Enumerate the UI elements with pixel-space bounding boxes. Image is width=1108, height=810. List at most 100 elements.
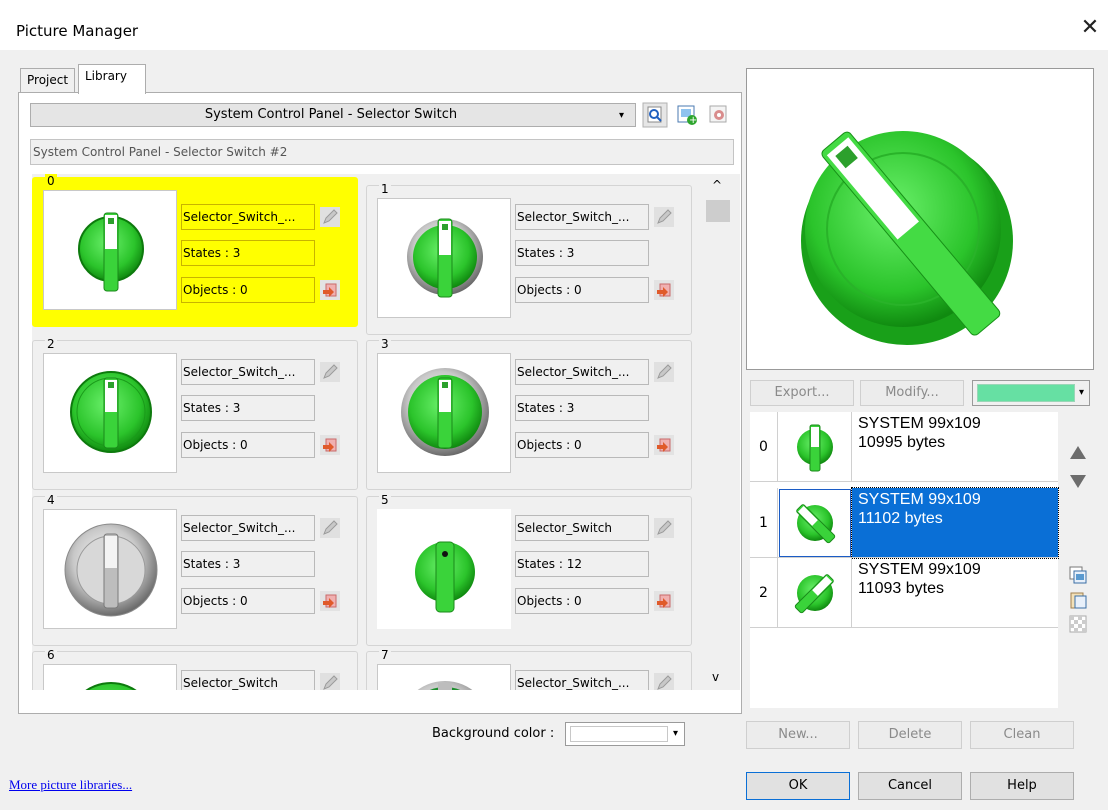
selector-switch-thumbnail bbox=[377, 664, 511, 690]
library-select[interactable]: System Control Panel - Selector Switch ▾ bbox=[30, 103, 636, 127]
svg-text:+: + bbox=[689, 115, 697, 126]
more-picture-libraries-link[interactable]: More picture libraries... bbox=[9, 777, 132, 793]
transparent-icon[interactable] bbox=[1068, 614, 1088, 634]
item-name-field: Selector_Switch_... bbox=[515, 359, 649, 385]
edit-name-icon[interactable] bbox=[318, 516, 342, 540]
picture-item[interactable]: 6 Selector_Switch bbox=[32, 648, 358, 690]
ok-button[interactable]: OK bbox=[746, 772, 850, 800]
edit-name-icon[interactable] bbox=[652, 360, 676, 384]
scroll-down-icon[interactable]: v bbox=[712, 670, 719, 684]
picture-item[interactable]: 5 Selector_Switch States : 12 Objects : … bbox=[366, 493, 692, 646]
chevron-down-icon: ▾ bbox=[673, 728, 679, 739]
state-color-picker[interactable]: ▾ bbox=[972, 380, 1090, 406]
item-name-field: Selector_Switch_... bbox=[181, 359, 315, 385]
selector-switch-thumbnail bbox=[377, 198, 511, 318]
state-row[interactable]: 1 SYSTEM 99x109 11102 bytes bbox=[750, 487, 1059, 559]
state-info: SYSTEM 99x109 11102 bytes bbox=[851, 487, 1059, 559]
state-bytes: 11102 bytes bbox=[858, 510, 943, 527]
chevron-down-icon: ▾ bbox=[619, 110, 625, 121]
edit-name-icon[interactable] bbox=[652, 205, 676, 229]
window-title: Picture Manager bbox=[16, 22, 139, 40]
scroll-up-icon[interactable]: ^ bbox=[712, 178, 722, 192]
item-states-field: States : 3 bbox=[515, 240, 649, 266]
picture-item[interactable]: 2 Selector_Switch_... States : 3 Objects… bbox=[32, 337, 358, 490]
state-bytes: 10995 bytes bbox=[858, 434, 946, 451]
edit-name-icon[interactable] bbox=[318, 360, 342, 384]
cancel-button[interactable]: Cancel bbox=[858, 772, 962, 800]
state-thumbnail bbox=[778, 558, 852, 628]
item-name-field: Selector_Switch bbox=[181, 670, 315, 690]
objects-link-icon[interactable] bbox=[318, 433, 342, 457]
item-objects-field: Objects : 0 bbox=[181, 588, 315, 614]
edit-name-icon[interactable] bbox=[318, 205, 342, 229]
modify-button[interactable]: Modify... bbox=[860, 380, 964, 406]
picture-item[interactable]: 4 Selector_Switch_... States : 3 Objects… bbox=[32, 493, 358, 646]
background-color-swatch bbox=[570, 726, 668, 742]
help-button[interactable]: Help bbox=[970, 772, 1074, 800]
objects-link-icon[interactable] bbox=[318, 278, 342, 302]
state-info: SYSTEM 99x109 11093 bytes bbox=[852, 558, 1058, 628]
move-up-icon[interactable] bbox=[1068, 442, 1088, 462]
item-objects-field: Objects : 0 bbox=[181, 432, 315, 458]
item-index: 2 bbox=[45, 337, 57, 351]
item-name-field: Selector_Switch_... bbox=[181, 515, 315, 541]
edit-name-icon[interactable] bbox=[652, 671, 676, 690]
tab-library[interactable]: Library bbox=[78, 64, 146, 94]
clean-state-button[interactable]: Clean bbox=[970, 721, 1074, 749]
state-size: SYSTEM 99x109 bbox=[858, 561, 981, 578]
copy-image-icon[interactable] bbox=[1068, 565, 1088, 585]
paste-image-icon[interactable] bbox=[1068, 590, 1088, 610]
chevron-down-icon: ▾ bbox=[1079, 387, 1085, 398]
library-settings-icon[interactable] bbox=[706, 102, 732, 128]
item-name-field: Selector_Switch_... bbox=[515, 670, 649, 690]
preview-search-icon[interactable] bbox=[642, 102, 668, 128]
objects-link-icon[interactable] bbox=[652, 278, 676, 302]
state-thumbnail bbox=[778, 488, 852, 558]
state-row[interactable]: 0 SYSTEM 99x109 10995 bytes bbox=[750, 412, 1058, 482]
background-color-label: Background color : bbox=[432, 726, 555, 741]
title-bar bbox=[0, 0, 1108, 50]
state-thumbnail bbox=[778, 412, 852, 482]
delete-state-button[interactable]: Delete bbox=[858, 721, 962, 749]
state-color-swatch bbox=[977, 384, 1075, 402]
selector-switch-thumbnail bbox=[43, 664, 177, 690]
add-library-icon[interactable]: + bbox=[674, 102, 700, 128]
new-state-button[interactable]: New... bbox=[746, 721, 850, 749]
grid-scrollbar[interactable]: ^ v bbox=[703, 176, 733, 690]
item-name-field: Selector_Switch_... bbox=[181, 204, 315, 230]
item-states-field: States : 3 bbox=[515, 395, 649, 421]
item-objects-field: Objects : 0 bbox=[181, 277, 315, 303]
picture-item[interactable]: 0 Selector_Switch_... States : 3 Objects… bbox=[32, 174, 358, 327]
item-index: 4 bbox=[45, 493, 57, 507]
item-index: 0 bbox=[45, 174, 57, 188]
picture-item[interactable]: 7 Selector_Switch_... bbox=[366, 648, 692, 690]
picture-item[interactable]: 3 Selector_Switch_... States : 3 Objects… bbox=[366, 337, 692, 490]
picture-grid: 0 Selector_Switch_... States : 3 Objects… bbox=[32, 174, 740, 690]
picture-item[interactable]: 1 Selector_Switch_... States : 3 Objects… bbox=[366, 182, 692, 335]
move-down-icon[interactable] bbox=[1068, 472, 1088, 492]
item-states-field: States : 3 bbox=[181, 551, 315, 577]
export-button[interactable]: Export... bbox=[750, 380, 854, 406]
state-bytes: 11093 bytes bbox=[858, 580, 944, 597]
selector-switch-thumbnail bbox=[43, 353, 177, 473]
selector-switch-thumbnail bbox=[377, 509, 511, 629]
state-list: 0 SYSTEM 99x109 10995 bytes 1 SYSTEM 99x… bbox=[750, 412, 1059, 708]
state-row[interactable]: 2 SYSTEM 99x109 11093 bytes bbox=[750, 558, 1058, 628]
edit-name-icon[interactable] bbox=[318, 671, 342, 690]
item-name-field: Selector_Switch bbox=[515, 515, 649, 541]
background-color-picker[interactable]: ▾ bbox=[565, 722, 685, 746]
objects-link-icon[interactable] bbox=[318, 589, 342, 613]
picture-preview bbox=[746, 68, 1094, 370]
library-subtitle: System Control Panel - Selector Switch #… bbox=[30, 139, 734, 165]
state-info: SYSTEM 99x109 10995 bytes bbox=[852, 412, 1058, 482]
item-index: 1 bbox=[379, 182, 391, 196]
objects-link-icon[interactable] bbox=[652, 433, 676, 457]
item-states-field: States : 3 bbox=[181, 395, 315, 421]
scroll-thumb[interactable] bbox=[706, 200, 730, 222]
tab-project[interactable]: Project bbox=[20, 68, 76, 92]
edit-name-icon[interactable] bbox=[652, 516, 676, 540]
close-icon[interactable]: ✕ bbox=[1078, 14, 1102, 42]
state-size: SYSTEM 99x109 bbox=[858, 491, 981, 508]
state-size: SYSTEM 99x109 bbox=[858, 415, 981, 432]
objects-link-icon[interactable] bbox=[652, 589, 676, 613]
